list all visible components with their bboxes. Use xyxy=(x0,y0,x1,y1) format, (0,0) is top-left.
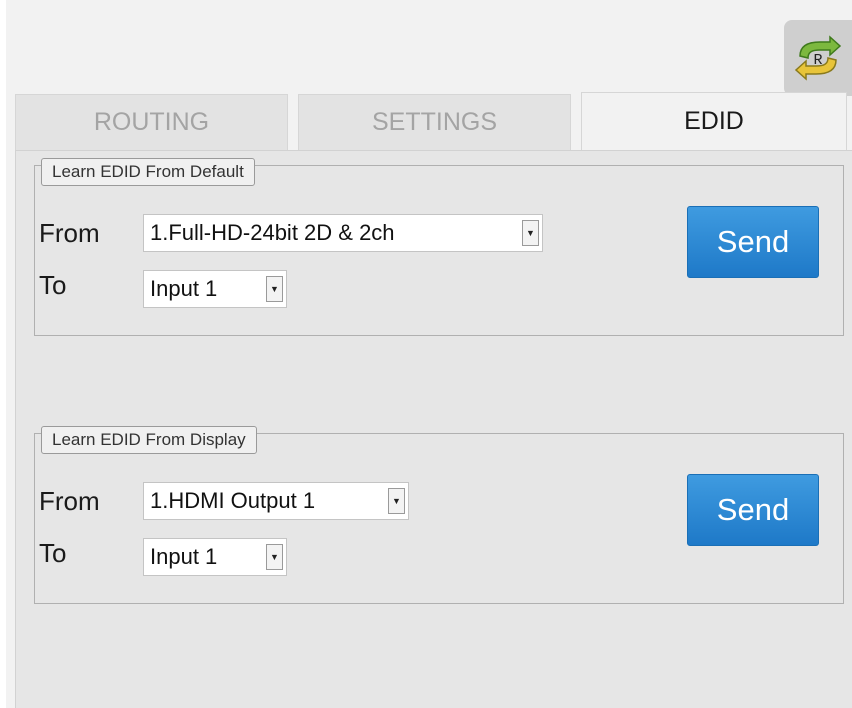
send-display-button[interactable]: Send xyxy=(687,474,819,546)
tab-edid[interactable]: EDID xyxy=(581,92,847,150)
learn-from-default-group: Learn EDID From Default From 1.Full-HD-2… xyxy=(34,158,844,336)
to-default-select[interactable]: Input 1 ▼ xyxy=(143,270,287,308)
chevron-down-icon: ▼ xyxy=(388,488,405,514)
send-default-button[interactable]: Send xyxy=(687,206,819,278)
to-label: To xyxy=(39,538,67,568)
refresh-icon: R xyxy=(794,35,842,81)
learn-from-display-group: Learn EDID From Display From 1.HDMI Outp… xyxy=(34,426,844,604)
edid-panel: Learn EDID From Default From 1.Full-HD-2… xyxy=(15,150,852,708)
from-default-value: 1.Full-HD-24bit 2D & 2ch xyxy=(150,220,395,245)
to-default-value: Input 1 xyxy=(150,276,218,301)
chevron-down-icon: ▼ xyxy=(522,220,539,246)
group-legend: Learn EDID From Display xyxy=(41,426,257,454)
tab-settings[interactable]: SETTINGS xyxy=(298,94,571,150)
refresh-button[interactable]: R xyxy=(784,20,852,96)
from-display-value: 1.HDMI Output 1 xyxy=(150,488,316,513)
tab-routing[interactable]: ROUTING xyxy=(15,94,288,150)
to-display-value: Input 1 xyxy=(150,544,218,569)
tab-bar: ROUTING SETTINGS EDID xyxy=(15,92,852,150)
from-label: From xyxy=(39,218,100,248)
chevron-down-icon: ▼ xyxy=(266,544,283,570)
edid-app: R ROUTING SETTINGS EDID Learn EDID From … xyxy=(6,0,852,708)
from-default-select[interactable]: 1.Full-HD-24bit 2D & 2ch ▼ xyxy=(143,214,543,252)
refresh-letter: R xyxy=(813,52,822,69)
to-display-select[interactable]: Input 1 ▼ xyxy=(143,538,287,576)
to-label: To xyxy=(39,270,67,300)
from-label: From xyxy=(39,486,100,516)
from-display-select[interactable]: 1.HDMI Output 1 ▼ xyxy=(143,482,409,520)
chevron-down-icon: ▼ xyxy=(266,276,283,302)
group-legend: Learn EDID From Default xyxy=(41,158,255,186)
